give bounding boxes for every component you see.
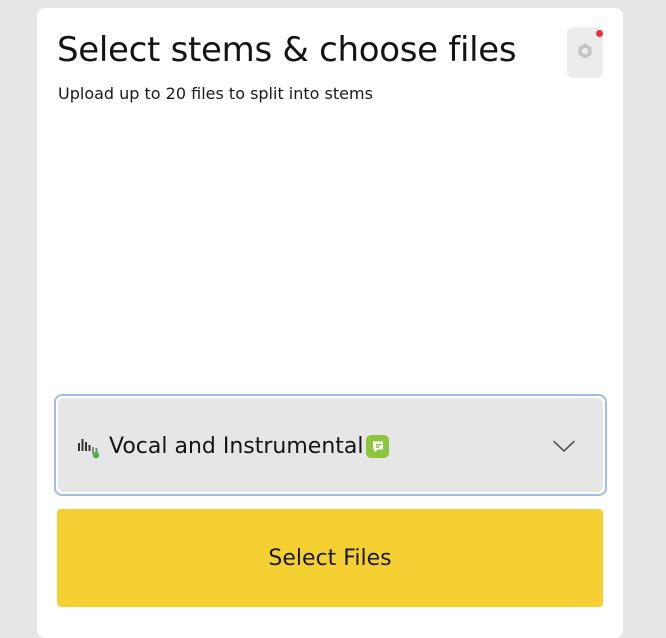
- selected-stem-label: Vocal and Instrumental: [109, 434, 364, 459]
- notification-dot: [596, 30, 603, 37]
- page-title: Select stems & choose files: [57, 30, 517, 70]
- select-files-button[interactable]: Select Files: [57, 509, 603, 607]
- gear-icon: [576, 42, 594, 64]
- premium-badge-icon: [366, 435, 389, 458]
- upload-card: Select stems & choose files Upload up to…: [37, 8, 623, 638]
- chevron-down-icon: [552, 438, 576, 457]
- stem-type-select-field: Vocal and Instrumental: [58, 398, 603, 492]
- page-subtitle: Upload up to 20 files to split into stem…: [58, 84, 373, 103]
- stem-type-select[interactable]: Vocal and Instrumental: [54, 394, 607, 496]
- stems-waveform-icon: [76, 435, 102, 463]
- settings-button[interactable]: [567, 27, 603, 78]
